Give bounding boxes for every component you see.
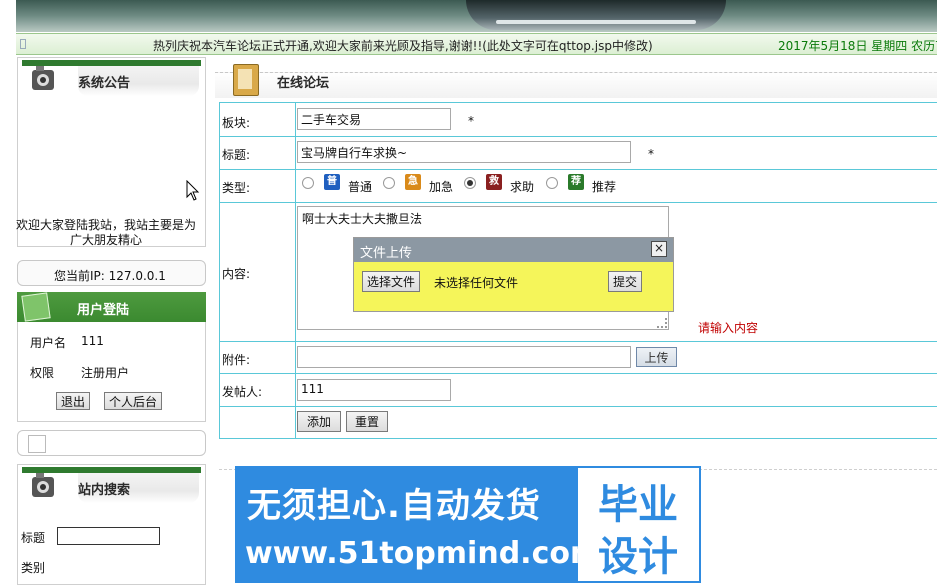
poster-label: 发帖人: <box>222 385 263 399</box>
announcement-title: 系统公告 <box>78 76 131 91</box>
row-label-cell: 发帖人: <box>219 374 296 406</box>
add-button[interactable]: 添加 <box>297 411 341 432</box>
type-label: 类型: <box>222 181 251 195</box>
search-title-label: 标题 <box>21 531 46 545</box>
username-label: 用户名 <box>30 336 67 350</box>
camera-icon <box>32 66 54 90</box>
upload-button[interactable]: 上传 <box>636 347 677 367</box>
login-title: 用户登陆 <box>77 303 130 318</box>
mouse-cursor-icon <box>186 180 200 201</box>
search-header: 站内搜索 <box>18 465 205 505</box>
content-label: 内容: <box>222 267 251 281</box>
type-badge-icon: 急 <box>405 174 421 190</box>
no-file-text: 未选择任何文件 <box>434 276 519 290</box>
current-date: 2017年5月18日 星期四 农历丁酉 <box>778 39 937 53</box>
personal-backend-button[interactable]: 个人后台 <box>104 392 163 410</box>
username-value: 111 <box>81 334 104 348</box>
type-radio[interactable] <box>464 177 476 189</box>
marquee-bar: 热列庆祝本汽车论坛正式开通,欢迎大家前来光顾及指导,谢谢!!(此处文字可在qtt… <box>16 33 937 55</box>
ad-box-line2: 设计 <box>598 534 678 580</box>
car-highlight <box>496 20 696 24</box>
content-error: 请输入内容 <box>698 321 759 335</box>
marquee-handle-icon <box>20 39 26 49</box>
ad-box-line1: 毕业 <box>598 482 678 528</box>
announcement-text: 欢迎大家登陆我站，我站主要是为广大朋友精心 <box>16 218 196 246</box>
submit-button[interactable]: 提交 <box>608 271 643 292</box>
type-option-label: 加急 <box>429 180 454 194</box>
page-root: 热列庆祝本汽车论坛正式开通,欢迎大家前来光顾及指导,谢谢!!(此处文字可在qtt… <box>0 0 937 585</box>
ad-url: www.51topmind.com <box>245 536 602 571</box>
poster-field[interactable]: 111 <box>297 379 451 401</box>
login-header: 用户登陆 <box>17 292 206 322</box>
subject-label: 标题: <box>222 148 251 162</box>
car-image <box>466 0 726 30</box>
ad-box: 毕业 设计 <box>578 468 699 581</box>
row-label-cell: 类型: <box>219 170 296 202</box>
attachment-label: 附件: <box>222 353 251 367</box>
ad-line1: 无须担心.自动发货 <box>247 486 541 526</box>
book-icon <box>233 64 259 96</box>
logout-button[interactable]: 退出 <box>56 392 91 410</box>
header-banner <box>16 0 937 32</box>
type-badge-icon: 普 <box>324 174 340 190</box>
subject-required-mark: * <box>648 147 654 161</box>
blank-widget <box>17 430 206 456</box>
content-text: 啊士大夫士大夫撒旦法 <box>302 212 423 226</box>
type-radio[interactable] <box>546 177 558 189</box>
row-label-cell <box>219 407 296 439</box>
marquee-text: 热列庆祝本汽车论坛正式开通,欢迎大家前来光顾及指导,谢谢!!(此处文字可在qtt… <box>153 39 653 53</box>
board-field[interactable]: 二手车交易 <box>297 108 451 130</box>
blank-image-placeholder <box>28 435 46 453</box>
reset-button[interactable]: 重置 <box>346 411 388 432</box>
row-label-cell: 板块: <box>219 103 296 136</box>
form-border-bottom <box>219 438 937 439</box>
dialog-title: 文件上传 <box>360 246 413 261</box>
type-option-label: 求助 <box>510 180 535 194</box>
role-label: 权限 <box>30 366 55 380</box>
row-label-cell: 附件: <box>219 342 296 373</box>
watermark-ad: 无须担心.自动发货 www.51topmind.com 毕业 设计 <box>235 466 701 583</box>
close-icon[interactable]: × <box>651 241 667 257</box>
camera-icon <box>32 473 54 497</box>
search-title-input[interactable] <box>57 527 160 545</box>
login-icon <box>21 292 51 322</box>
file-upload-dialog: 文件上传 × 选择文件 未选择任何文件 提交 <box>353 237 674 312</box>
main-header: 在线论坛 <box>215 58 937 100</box>
row-label-cell: 标题: <box>219 137 296 169</box>
type-option-label: 普通 <box>348 180 373 194</box>
row-label-cell: 内容: <box>219 203 296 341</box>
type-radio[interactable] <box>383 177 395 189</box>
search-title: 站内搜索 <box>78 483 131 498</box>
announcement-header: 系统公告 <box>18 58 205 98</box>
subject-field[interactable]: 宝马牌自行车求换~ <box>297 141 631 163</box>
role-value: 注册用户 <box>81 366 130 380</box>
resize-grip-icon[interactable] <box>657 318 667 328</box>
board-required-mark: * <box>468 114 474 128</box>
search-panel: 站内搜索 <box>17 464 206 585</box>
type-badge-icon: 救 <box>486 174 502 190</box>
board-label: 板块: <box>222 116 251 130</box>
attachment-field[interactable] <box>297 346 631 368</box>
search-category-label: 类别 <box>21 561 46 575</box>
dialog-header: 文件上传 × <box>354 238 673 262</box>
ip-text: 您当前IP: 127.0.0.1 <box>54 269 166 283</box>
login-body: 用户名 111 权限 注册用户 退出 个人后台 <box>17 322 206 422</box>
type-badge-icon: 荐 <box>568 174 584 190</box>
type-option-label: 推荐 <box>592 180 617 194</box>
ip-bar: 您当前IP: 127.0.0.1 <box>17 260 206 286</box>
choose-file-button[interactable]: 选择文件 <box>362 271 421 292</box>
main-title: 在线论坛 <box>277 76 330 91</box>
type-radio[interactable] <box>302 177 314 189</box>
